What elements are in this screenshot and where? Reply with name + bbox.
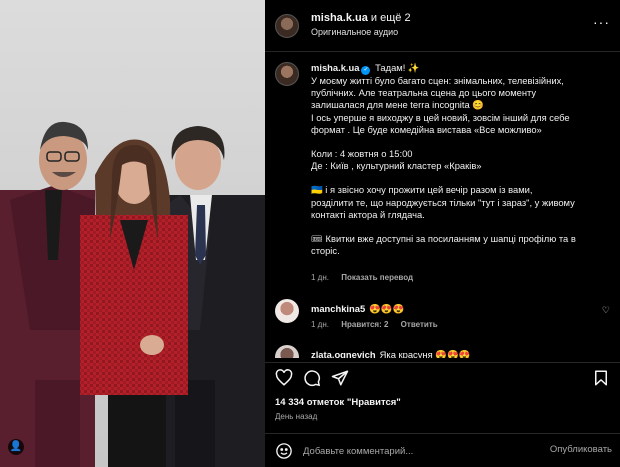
caption-line-10: 🇺🇦 і я звісно хочу прожити цей вечір раз… xyxy=(311,184,533,196)
emoji-picker-icon[interactable] xyxy=(275,442,293,460)
add-comment-bar: Опубликовать xyxy=(265,433,620,467)
coauthors-text[interactable]: и ещё 2 xyxy=(368,12,411,24)
caption-line-2: публічних. Але театральна сцена до цього… xyxy=(311,87,537,99)
author-username[interactable]: misha.k.ua xyxy=(311,12,368,24)
comment-text: Яка красуня 😍😍😍 xyxy=(379,349,471,358)
comment-text-line: manchkina5 😍😍😍 xyxy=(311,303,404,315)
caption-line-7: Коли : 4 жовтня о 15:00 xyxy=(311,148,413,160)
caption-author-avatar[interactable] xyxy=(275,62,299,86)
verified-badge-icon: ✓ xyxy=(361,66,371,75)
comments-feed[interactable]: misha.k.ua ✓ Тадам! ✨ У моєму житті було … xyxy=(265,53,620,358)
post-header: misha.k.ua и ещё 2 Оригинальное аудио ··… xyxy=(265,0,620,52)
comment-text: 😍😍😍 xyxy=(369,303,405,314)
publish-button[interactable]: Опубликовать xyxy=(550,444,612,455)
commenter-username[interactable]: manchkina5 xyxy=(311,303,365,314)
author-avatar[interactable] xyxy=(275,14,299,38)
caption-line-4: І ось уперше я виходжу в цей новий, зовс… xyxy=(311,111,570,123)
caption-line-14: 🎟 Квитки вже доступні за посиланням у ша… xyxy=(311,233,576,245)
comment-input[interactable] xyxy=(303,443,523,459)
caption-line-3: залишалася для мене terra incognita 😊 xyxy=(311,99,484,111)
show-translation-link[interactable]: Показать перевод xyxy=(341,273,413,282)
post-caption: misha.k.ua ✓ Тадам! ✨ У моєму житті було … xyxy=(311,62,609,257)
commenter-avatar[interactable] xyxy=(275,345,299,358)
comment-bubble-icon[interactable] xyxy=(303,369,321,387)
caption-line-0: Тадам! ✨ xyxy=(375,62,420,73)
caption-meta: 1 дн. Показать перевод xyxy=(311,273,423,282)
caption-time[interactable]: 1 дн. xyxy=(311,273,329,282)
audio-label[interactable]: Оригинальное аудио xyxy=(311,27,398,37)
post-photo[interactable]: 👤 xyxy=(0,0,265,467)
likes-count[interactable]: 14 334 отметок "Нравится" xyxy=(275,397,401,408)
post-date[interactable]: День назад xyxy=(275,412,317,421)
caption-line-12: контакті актора й глядача. xyxy=(311,208,425,220)
save-bookmark-icon[interactable] xyxy=(592,369,610,387)
post-side-panel: misha.k.ua и ещё 2 Оригинальное аудио ··… xyxy=(265,0,620,467)
commenter-avatar[interactable] xyxy=(275,299,299,323)
more-options-icon[interactable]: ··· xyxy=(593,14,610,30)
post-author-line[interactable]: misha.k.ua и ещё 2 xyxy=(311,12,411,24)
comment-time[interactable]: 1 дн. xyxy=(311,320,329,329)
caption-line-15: сторіс. xyxy=(311,245,340,257)
caption-line-11: розділити те, що народжується тільки "ту… xyxy=(311,196,575,208)
caption-line-5: формат . Це буде комедійна вистава «Все … xyxy=(311,123,542,135)
commenter-username[interactable]: zlata.ognevich xyxy=(311,349,376,358)
comment-text-line: zlata.ognevich Яка красуня 😍😍😍 xyxy=(311,349,470,358)
post-actions-bar xyxy=(265,362,620,390)
comment-like-icon[interactable]: ♡ xyxy=(602,305,610,316)
like-heart-icon[interactable] xyxy=(275,369,293,387)
user-tag-icon[interactable]: 👤 xyxy=(8,439,24,455)
share-paper-plane-icon[interactable] xyxy=(331,369,349,387)
comment-meta: 1 дн. Нравится: 2 Ответить xyxy=(311,320,448,329)
caption-line-1: У моєму житті було багато сцен: знімальн… xyxy=(311,75,564,86)
caption-username[interactable]: misha.k.ua xyxy=(311,62,359,73)
comment-likes-count[interactable]: Нравится: 2 xyxy=(341,320,388,329)
photo-scene xyxy=(0,121,265,467)
reply-button[interactable]: Ответить xyxy=(401,320,438,329)
caption-line-8: Де : Київ , культурний кластер «Краків» xyxy=(311,160,482,172)
